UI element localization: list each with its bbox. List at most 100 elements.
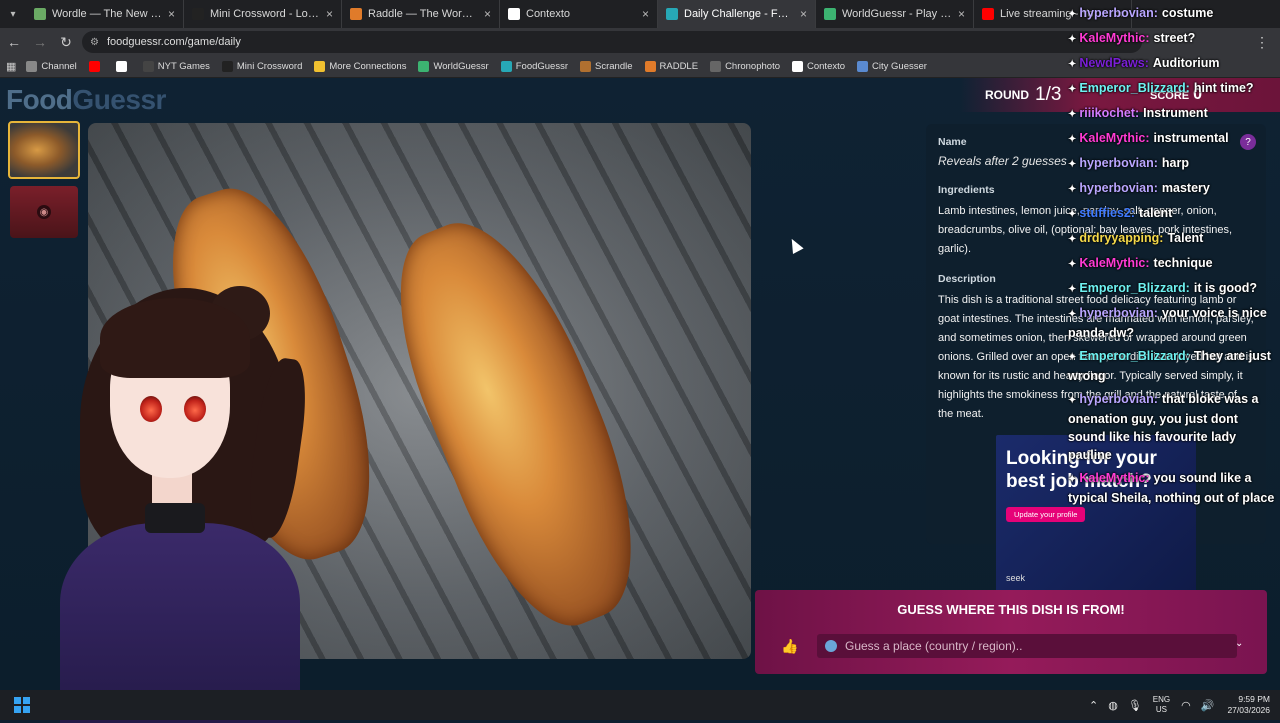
- photo-thumbnail-2-locked[interactable]: ◉: [10, 186, 78, 238]
- bookmark-label: Contexto: [807, 61, 846, 72]
- bookmark-label: RADDLE: [659, 61, 699, 72]
- bookmark-item[interactable]: [115, 61, 131, 72]
- chat-text: it is good?: [1193, 281, 1258, 295]
- site-info-icon[interactable]: ⚙: [90, 37, 99, 48]
- bookmark-label: Chronophoto: [725, 61, 780, 72]
- stream-chat-overlay: ✦ hyperbovian: costume ✦ KaleMythic: street? ✦…: [1068, 4, 1278, 664]
- chat-username: drdryyapping:: [1079, 231, 1164, 245]
- tab-close-icon[interactable]: ×: [958, 7, 965, 21]
- bookmark-item[interactable]: City Guesser: [857, 61, 927, 72]
- ad-brand: seek: [1006, 573, 1026, 583]
- bookmark-item[interactable]: [88, 61, 104, 72]
- chat-message: ✦ stuffies2: talent: [1068, 204, 1278, 224]
- tab-search-icon[interactable]: ▾: [0, 0, 26, 28]
- tab-favicon-icon: [34, 8, 46, 20]
- browser-tab[interactable]: Raddle — The Word Transform ×: [342, 0, 500, 28]
- tab-close-icon[interactable]: ×: [326, 7, 333, 21]
- bookmark-favicon-icon: [314, 61, 326, 72]
- chat-username: hyperbovian:: [1079, 6, 1158, 20]
- mouse-cursor: [786, 236, 804, 254]
- tab-close-icon[interactable]: ×: [168, 7, 175, 21]
- apps-icon[interactable]: ▦: [6, 60, 16, 73]
- chat-username: KaleMythic:: [1079, 471, 1150, 485]
- reload-icon[interactable]: ↻: [54, 30, 78, 54]
- bookmark-list: Channel NYT Games Mini Crossword More Conne…: [26, 61, 939, 72]
- tab-close-icon[interactable]: ×: [484, 7, 491, 21]
- bookmark-label: NYT Games: [157, 61, 210, 72]
- bookmark-item[interactable]: FoodGuessr: [500, 61, 568, 72]
- tab-favicon-icon: [982, 8, 994, 20]
- foodguessr-logo[interactable]: FoodGuessr: [6, 84, 166, 116]
- chat-badge-icon: ✦: [1068, 109, 1077, 120]
- bookmark-item[interactable]: NYT Games: [142, 61, 210, 72]
- bookmark-item[interactable]: Contexto: [792, 61, 845, 72]
- thumbs-up-icon[interactable]: 👍: [781, 638, 798, 655]
- browser-tab[interactable]: Wordle — The New York Times ×: [26, 0, 184, 28]
- chat-badge-icon: ✦: [1068, 9, 1077, 20]
- tab-label: Raddle — The Word Transform: [368, 8, 478, 20]
- chat-message: ✦ KaleMythic: you sound like a typical She…: [1068, 469, 1278, 507]
- bookmark-item[interactable]: WorldGuessr: [418, 61, 489, 72]
- bookmark-item[interactable]: RADDLE: [644, 61, 699, 72]
- chat-badge-icon: ✦: [1068, 134, 1077, 145]
- microphone-icon[interactable]: 🎙: [1128, 699, 1142, 712]
- bookmark-item[interactable]: More Connections: [314, 61, 406, 72]
- bookmark-favicon-icon: [644, 61, 656, 72]
- bookmark-item[interactable]: Channel: [26, 61, 77, 72]
- wifi-icon[interactable]: ◠: [1181, 699, 1191, 712]
- logo-food: Food: [6, 84, 73, 115]
- windows-start-icon[interactable]: [14, 697, 30, 713]
- browser-tab[interactable]: Daily Challenge - FoodGuessr ×: [658, 0, 816, 28]
- tray-chevron-icon[interactable]: ⌃: [1089, 699, 1098, 712]
- chat-badge-icon: ✦: [1068, 84, 1077, 95]
- tab-label: Mini Crossword - Los Angeles T: [210, 8, 320, 20]
- chat-message: ✦ riiikochet: Instrument: [1068, 104, 1278, 124]
- system-tray: ⌃ ◍ 🎙 ENG US ◠ 🔊 9:59 PM 27/03/2026: [1084, 694, 1270, 716]
- tab-label: Contexto: [526, 8, 571, 20]
- chat-text: harp: [1161, 156, 1189, 170]
- tab-favicon-icon: [192, 8, 204, 20]
- hidden-eye-icon: ◉: [37, 205, 51, 219]
- chat-username: hyperbovian:: [1079, 306, 1158, 320]
- chat-username: Emperor_Blizzard:: [1079, 281, 1190, 295]
- tray-app-icon[interactable]: ◍: [1108, 699, 1118, 712]
- forward-icon[interactable]: →: [28, 30, 52, 54]
- chat-message: ✦ Emperor_Blizzard: hint time?: [1068, 79, 1278, 99]
- chat-text: talent: [1138, 206, 1173, 220]
- bookmark-item[interactable]: Scrandle: [580, 61, 633, 72]
- photo-thumbnail-1[interactable]: [8, 121, 80, 179]
- tab-close-icon[interactable]: ×: [642, 7, 649, 21]
- bookmark-favicon-icon: [142, 61, 154, 72]
- bookmark-item[interactable]: Mini Crossword: [221, 61, 302, 72]
- chat-text: instrumental: [1153, 131, 1229, 145]
- clock[interactable]: 9:59 PM 27/03/2026: [1227, 694, 1270, 716]
- chat-badge-icon: ✦: [1068, 395, 1077, 406]
- volume-icon[interactable]: 🔊: [1201, 699, 1215, 712]
- tab-favicon-icon: [508, 8, 520, 20]
- browser-tab[interactable]: Contexto ×: [500, 0, 658, 28]
- bookmark-favicon-icon: [857, 61, 869, 72]
- bookmark-label: Channel: [41, 61, 77, 72]
- browser-tab[interactable]: Mini Crossword - Los Angeles T ×: [184, 0, 342, 28]
- chat-badge-icon: ✦: [1068, 34, 1077, 45]
- chat-badge-icon: ✦: [1068, 184, 1077, 195]
- bookmark-item[interactable]: Chronophoto: [710, 61, 780, 72]
- bookmark-favicon-icon: [221, 61, 233, 72]
- avatar-eye-right: [184, 396, 206, 422]
- browser-tab[interactable]: WorldGuessr - Play Geoguessr ×: [816, 0, 974, 28]
- bookmark-favicon-icon: [792, 61, 803, 72]
- lang-bottom: US: [1155, 705, 1168, 714]
- chat-badge-icon: ✦: [1068, 234, 1077, 245]
- tab-close-icon[interactable]: ×: [800, 7, 807, 21]
- back-icon[interactable]: ←: [2, 30, 26, 54]
- chat-username: KaleMythic:: [1079, 256, 1150, 270]
- language-indicator[interactable]: ENG US: [1153, 695, 1170, 715]
- chat-username: NewdPaws:: [1079, 56, 1149, 70]
- chat-message: ✦ hyperbovian: costume: [1068, 4, 1278, 24]
- chat-username: hyperbovian:: [1079, 181, 1158, 195]
- chat-text: Talent: [1167, 231, 1204, 245]
- tab-strip: Wordle — The New York Times×Mini Crosswo…: [26, 0, 1132, 28]
- bookmark-favicon-icon: [88, 61, 100, 72]
- url-field[interactable]: ⚙ foodguessr.com/game/daily: [82, 31, 1142, 53]
- chat-badge-icon: ✦: [1068, 474, 1077, 485]
